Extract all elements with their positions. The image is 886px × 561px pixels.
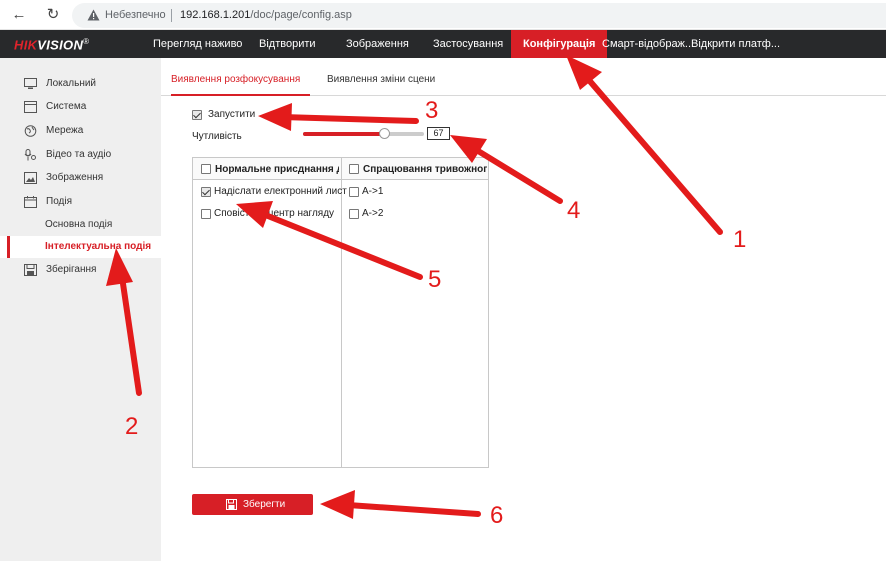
alarm-output-a2-label: A->2 [362, 208, 384, 219]
save-button[interactable]: Зберегти [192, 494, 313, 515]
annotation-number-2: 2 [125, 413, 139, 440]
nav-smart-display[interactable]: Смарт-відображ... [602, 30, 694, 58]
annotation-number-5: 5 [428, 266, 442, 293]
normal-linkage-header: Нормальне присднання дії [215, 164, 339, 175]
monitor-icon [24, 78, 37, 89]
sidebar-subitem-label: Основна подія [45, 219, 113, 230]
url-text[interactable]: 192.168.1.201/doc/page/config.asp [180, 9, 352, 21]
sensitivity-value-box[interactable]: 67 [427, 127, 450, 140]
url-separator [171, 9, 172, 22]
sidebar-item-event[interactable]: Подія [0, 191, 161, 213]
sidebar-item-storage[interactable]: Зберігання [0, 259, 161, 281]
annotation-number-4: 4 [567, 197, 581, 224]
microphone-icon [24, 149, 36, 161]
tab-defocus-detection[interactable]: Виявлення розфокусування [171, 74, 300, 85]
image-icon [24, 172, 37, 184]
save-button-label: Зберегти [243, 499, 286, 510]
column-divider [341, 158, 342, 467]
active-tab-underline [171, 94, 310, 96]
sidebar-subitem-smart-event[interactable]: Інтелектуальна подія [0, 236, 161, 258]
linkage-method-table: Нормальне присднання дії Спрацювання три… [192, 157, 489, 468]
nav-open-platform[interactable]: Відкрити платф... [691, 30, 780, 58]
sensitivity-label: Чутливість [192, 131, 242, 142]
security-label: Небезпечно [105, 9, 166, 21]
browser-bar: ← ↻ Небезпечно 192.168.1.201/doc/page/co… [0, 0, 886, 30]
sidebar-item-label: Мережа [46, 125, 84, 136]
address-bar[interactable]: Небезпечно 192.168.1.201/doc/page/config… [72, 3, 886, 28]
alarm-output-a1-checkbox[interactable] [349, 187, 359, 197]
back-arrow-icon[interactable]: ← [10, 6, 28, 24]
annotation-arrow-6 [320, 490, 481, 519]
sidebar: Локальний Система Мережа Відео та аудіо … [0, 58, 161, 561]
calendar-icon [24, 196, 37, 208]
send-email-label: Надіслати електронний лист [214, 186, 347, 197]
sensitivity-slider-handle[interactable] [379, 128, 391, 139]
sidebar-item-label: Зображення [46, 172, 104, 183]
tab-scene-change-detection[interactable]: Виявлення зміни сцени [327, 74, 435, 85]
warning-icon [87, 9, 100, 21]
sidebar-item-local[interactable]: Локальний [0, 73, 161, 95]
nav-configuration[interactable]: Конфігурація [511, 30, 608, 58]
sidebar-item-label: Зберігання [46, 264, 97, 275]
sidebar-subitem-basic-event[interactable]: Основна подія [0, 214, 161, 236]
alarm-output-header: Спрацювання тривожного виходу [363, 164, 487, 175]
annotation-number-6: 6 [490, 502, 504, 529]
tab-bar: Виявлення розфокусування Виявлення зміни… [161, 58, 886, 96]
floppy-disk-icon [226, 499, 237, 510]
nav-picture[interactable]: Зображення [346, 30, 409, 58]
hikvision-logo: HIKVISION® [14, 37, 90, 53]
storage-icon [24, 264, 37, 276]
annotation-arrow-3 [258, 103, 419, 131]
sidebar-item-system[interactable]: Система [0, 96, 161, 118]
nav-live-view[interactable]: Перегляд наживо [153, 30, 242, 58]
sidebar-item-network[interactable]: Мережа [0, 120, 161, 142]
sidebar-item-label: Система [46, 101, 87, 112]
url-host: 192.168.1.201 [180, 9, 251, 21]
send-email-checkbox[interactable] [201, 187, 211, 197]
annotation-number-3: 3 [425, 97, 439, 124]
annotation-number-1: 1 [733, 226, 747, 253]
sensitivity-slider-fill [303, 132, 385, 136]
notify-surveillance-center-checkbox[interactable] [201, 209, 211, 219]
enable-checkbox[interactable] [192, 110, 202, 120]
sidebar-item-label: Відео та аудіо [46, 149, 112, 160]
active-indicator [7, 236, 10, 258]
notify-surveillance-center-label: Сповістити центр нагляду [214, 208, 335, 219]
alarm-output-a1-label: A->1 [362, 186, 384, 197]
sidebar-item-video-audio[interactable]: Відео та аудіо [0, 144, 161, 166]
nav-playback[interactable]: Відтворити [259, 30, 316, 58]
system-window-icon [24, 101, 37, 113]
sidebar-subitem-label: Інтелектуальна подія [45, 241, 152, 252]
normal-linkage-select-all-checkbox[interactable] [201, 164, 211, 174]
reload-icon[interactable]: ↻ [44, 6, 62, 24]
sidebar-item-label: Подія [46, 196, 73, 207]
alarm-output-a2-checkbox[interactable] [349, 209, 359, 219]
top-navigation: HIKVISION® Перегляд наживо Відтворити Зо… [0, 30, 886, 58]
sidebar-item-image[interactable]: Зображення [0, 167, 161, 189]
sidebar-item-label: Локальний [46, 78, 97, 89]
enable-label: Запустити [208, 109, 256, 120]
url-path: /doc/page/config.asp [250, 9, 352, 21]
nav-application[interactable]: Застосування [433, 30, 503, 58]
alarm-output-select-all-checkbox[interactable] [349, 164, 359, 174]
globe-icon [24, 125, 37, 137]
sensitivity-slider[interactable] [303, 128, 424, 139]
page: ← ↻ Небезпечно 192.168.1.201/doc/page/co… [0, 0, 886, 561]
